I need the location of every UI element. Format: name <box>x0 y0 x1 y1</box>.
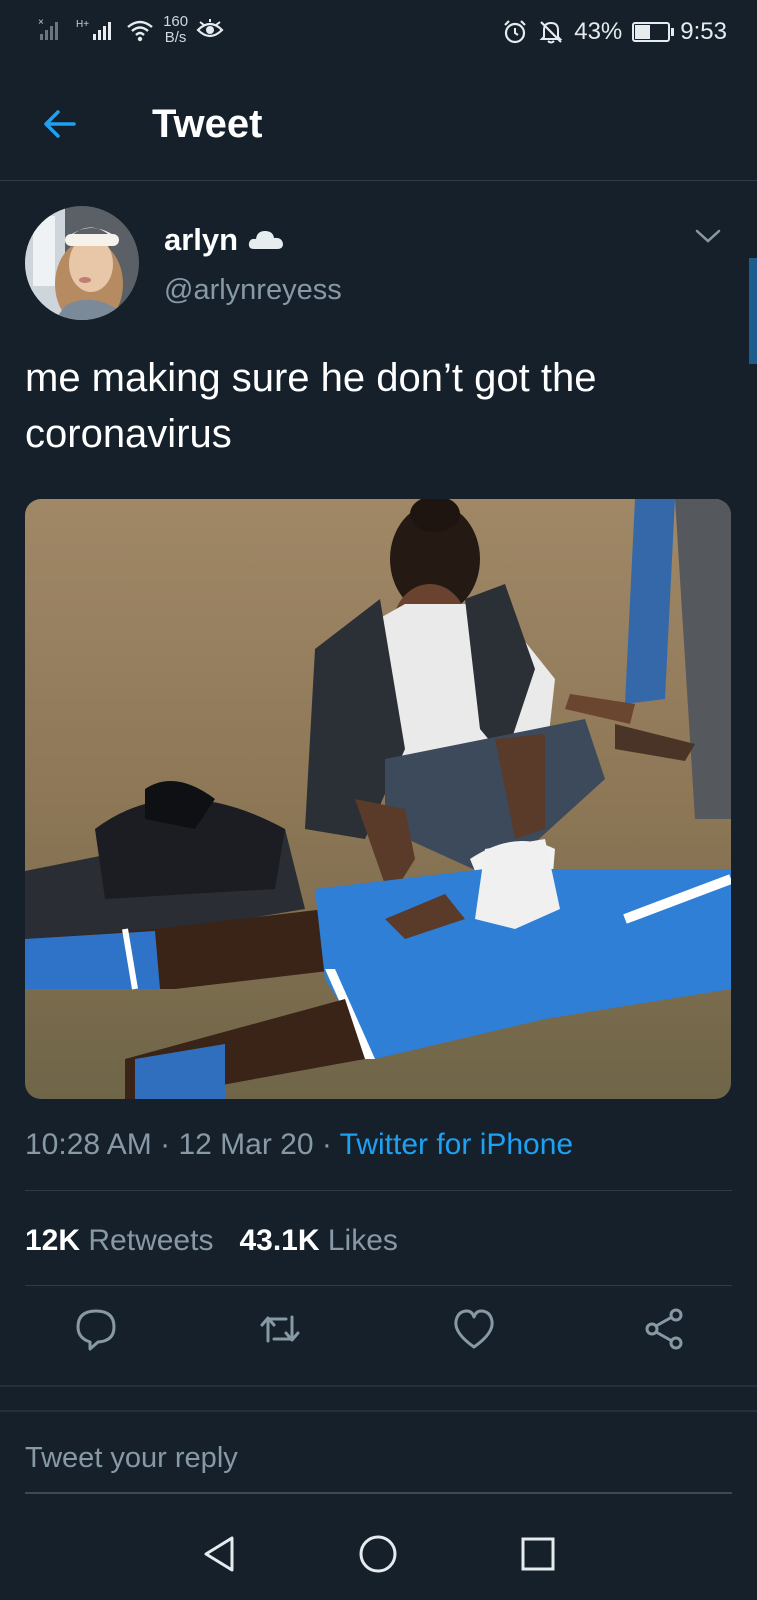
nav-recents-button[interactable] <box>516 1532 560 1576</box>
system-nav-bar <box>0 1502 757 1600</box>
tweet-meta: 10:28 AM · 12 Mar 20 · Twitter for iPhon… <box>25 1128 573 1162</box>
divider <box>0 1410 757 1412</box>
retweet-icon <box>260 1315 300 1343</box>
wifi-icon <box>127 20 153 42</box>
tweet-time: 10:28 AM <box>25 1128 152 1161</box>
tweet-date: 12 Mar 20 <box>178 1128 314 1161</box>
likes-count: 43.1K <box>239 1224 320 1257</box>
nav-home-button[interactable] <box>356 1532 400 1576</box>
signal-icon: × <box>38 17 58 40</box>
comment-icon <box>76 1309 116 1351</box>
circle-home-icon <box>359 1535 397 1573</box>
author-name[interactable]: arlyn <box>164 222 238 258</box>
author-name-row: arlyn <box>164 222 284 258</box>
meta-separator: · <box>321 1128 332 1161</box>
status-left: × H+ 160 B/s <box>38 14 224 46</box>
scrollbar[interactable] <box>749 258 757 364</box>
page-title: Tweet <box>152 102 263 146</box>
svg-text:×: × <box>38 17 44 28</box>
clock: 9:53 <box>680 18 727 45</box>
network-type-label: H+ <box>76 18 90 30</box>
square-recents-icon <box>521 1537 555 1571</box>
more-options-button[interactable] <box>695 228 721 249</box>
author-handle[interactable]: @arlynreyess <box>164 274 342 307</box>
alarm-icon <box>504 20 527 44</box>
bell-off-icon <box>539 21 563 44</box>
meta-separator: · <box>160 1128 171 1161</box>
retweets-count: 12K <box>25 1224 81 1257</box>
eye-icon <box>196 19 224 38</box>
signal-strength-icon <box>93 22 112 40</box>
divider <box>0 1385 757 1387</box>
retweets-label: Retweets <box>88 1224 214 1257</box>
share-button[interactable] <box>640 1305 688 1353</box>
avatar[interactable] <box>25 206 139 320</box>
tweet-actions <box>0 1305 757 1365</box>
divider <box>25 1285 732 1286</box>
chevron-down-icon <box>695 229 721 243</box>
triangle-back-icon <box>204 1536 234 1572</box>
tweet-photo[interactable] <box>25 499 731 1099</box>
battery-level <box>635 25 650 39</box>
nav-back-button[interactable] <box>198 1532 242 1576</box>
retweet-button[interactable] <box>256 1305 304 1353</box>
avatar-image <box>25 206 139 320</box>
app-header: Tweet <box>0 62 757 181</box>
network-speed-value: 160 <box>163 13 189 30</box>
like-button[interactable] <box>450 1305 498 1353</box>
likes-label: Likes <box>327 1224 398 1257</box>
back-button[interactable] <box>40 104 80 144</box>
share-icon <box>645 1308 683 1350</box>
reply-button[interactable] <box>72 1305 120 1353</box>
reply-input[interactable]: Tweet your reply <box>25 1442 732 1494</box>
heart-icon <box>454 1309 494 1349</box>
retweets-stat[interactable]: 12K Retweets <box>25 1224 213 1258</box>
divider <box>25 1190 732 1191</box>
status-right: 43% 9:53 <box>502 18 727 46</box>
likes-stat[interactable]: 43.1K Likes <box>239 1224 397 1258</box>
network-speed-unit: B/s <box>164 29 187 46</box>
tweet-image <box>25 499 731 1099</box>
network-speed: 160 B/s <box>163 14 188 46</box>
arrow-left-icon <box>44 110 76 138</box>
battery-percentage: 43% <box>574 18 623 45</box>
cloud-icon <box>248 231 284 249</box>
status-bar: × H+ 160 B/s 43% 9:53 <box>0 0 757 62</box>
tweet-text: me making sure he don’t got the coronavi… <box>25 356 597 456</box>
tweet-stats: 12K Retweets 43.1K Likes <box>25 1224 398 1258</box>
tweet-source-link[interactable]: Twitter for iPhone <box>340 1128 573 1161</box>
battery-icon <box>632 22 675 42</box>
